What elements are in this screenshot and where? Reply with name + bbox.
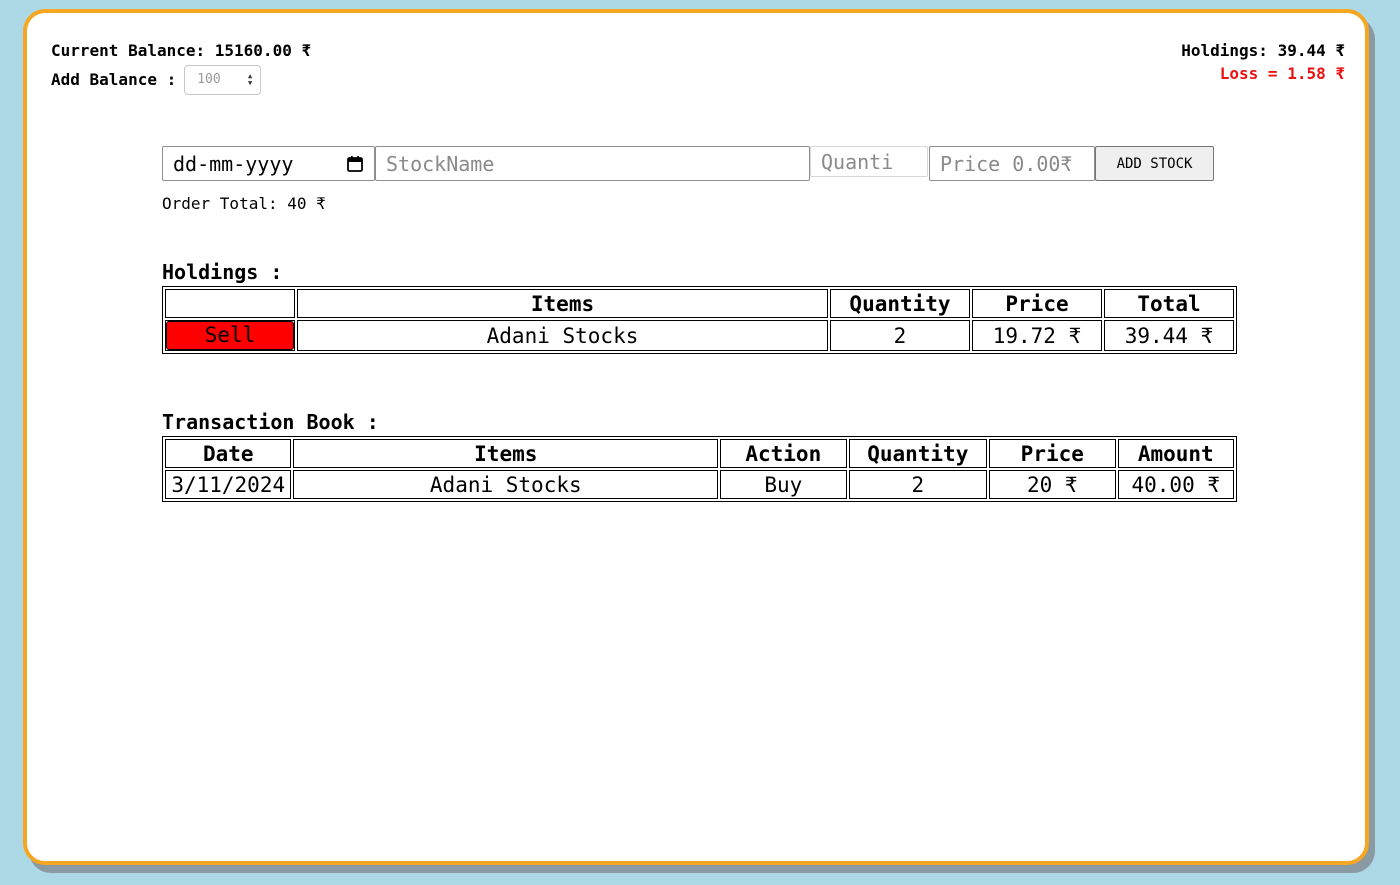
transaction-header-amount: Amount xyxy=(1117,439,1234,468)
price-placeholder: Price 0.00₹ xyxy=(940,151,1073,176)
transaction-header-row: Date Items Action Quantity Price Amount xyxy=(165,439,1234,468)
transaction-header-items: Items xyxy=(293,439,719,468)
balance-panel: Current Balance: 15160.00 ₹ Add Balance … xyxy=(51,39,311,95)
stock-name-placeholder: StockName xyxy=(386,151,495,176)
holdings-header-total: Total xyxy=(1104,289,1234,318)
add-balance-placeholder: 100 xyxy=(197,71,221,87)
sell-cell: Sell xyxy=(165,320,295,351)
current-balance-label: Current Balance: xyxy=(51,41,206,60)
transaction-book-title: Transaction Book : xyxy=(162,410,379,434)
holdings-header-items: Items xyxy=(297,289,828,318)
calendar-icon[interactable] xyxy=(346,155,364,173)
holdings-header-quantity: Quantity xyxy=(830,289,970,318)
add-balance-input[interactable]: 100 ▲ ▼ xyxy=(184,64,262,95)
stock-name-input[interactable]: StockName xyxy=(375,146,810,181)
quantity-input[interactable]: Quanti xyxy=(810,146,928,177)
transaction-action: Buy xyxy=(720,470,847,499)
main-card: Current Balance: 15160.00 ₹ Add Balance … xyxy=(23,9,1369,865)
holding-total: 39.44 ₹ xyxy=(1104,320,1234,351)
holding-quantity: 2 xyxy=(830,320,970,351)
holdings-table: Items Quantity Price Total Sell Adani St… xyxy=(162,286,1237,354)
add-balance-label: Add Balance : xyxy=(51,69,177,89)
price-input[interactable]: Price 0.00₹ xyxy=(929,146,1095,181)
table-row: Sell Adani Stocks 2 19.72 ₹ 39.44 ₹ xyxy=(165,320,1234,351)
add-stock-button[interactable]: ADD STOCK xyxy=(1095,146,1214,181)
quantity-placeholder: Quanti xyxy=(821,149,894,174)
current-balance-value: 15160.00 ₹ xyxy=(214,41,312,60)
transaction-header-date: Date xyxy=(165,439,292,468)
transaction-header-quantity: Quantity xyxy=(848,439,988,468)
holdings-summary-value: 39.44 ₹ xyxy=(1277,41,1345,60)
holdings-header-row: Items Quantity Price Total xyxy=(165,289,1234,318)
number-spinner-icon[interactable]: ▲ ▼ xyxy=(248,72,252,87)
table-row: 3/11/2024 Adani Stocks Buy 2 20 ₹ 40.00 … xyxy=(165,470,1234,499)
transaction-amount: 40.00 ₹ xyxy=(1117,470,1234,499)
loss-summary: Loss = 1.58 ₹ xyxy=(1219,64,1345,83)
transaction-table: Date Items Action Quantity Price Amount … xyxy=(162,436,1237,502)
transaction-header-price: Price xyxy=(989,439,1116,468)
transaction-header-action: Action xyxy=(720,439,847,468)
transaction-item: Adani Stocks xyxy=(293,470,719,499)
date-placeholder: dd-mm-yyyy xyxy=(173,151,294,176)
holdings-header-price: Price xyxy=(972,289,1102,318)
portfolio-summary: Holdings: 39.44 ₹ Loss = 1.58 ₹ xyxy=(1181,39,1345,85)
holding-price: 19.72 ₹ xyxy=(972,320,1102,351)
holdings-header-action xyxy=(165,289,295,318)
transaction-date: 3/11/2024 xyxy=(165,470,292,499)
order-form: dd-mm-yyyy StockName Quanti Price 0.00₹ … xyxy=(162,146,1214,181)
transaction-price: 20 ₹ xyxy=(989,470,1116,499)
holdings-summary-label: Holdings: xyxy=(1181,41,1268,60)
current-balance: Current Balance: 15160.00 ₹ xyxy=(51,39,311,66)
transaction-quantity: 2 xyxy=(848,470,988,499)
holdings-summary: Holdings: 39.44 ₹ xyxy=(1181,39,1345,62)
holding-item: Adani Stocks xyxy=(297,320,828,351)
date-input[interactable]: dd-mm-yyyy xyxy=(162,146,375,181)
add-balance-row: Add Balance : 100 ▲ ▼ xyxy=(51,64,311,95)
sell-button[interactable]: Sell xyxy=(166,321,294,350)
holdings-title: Holdings : xyxy=(162,260,283,284)
order-total: Order Total: 40 ₹ xyxy=(162,194,326,213)
